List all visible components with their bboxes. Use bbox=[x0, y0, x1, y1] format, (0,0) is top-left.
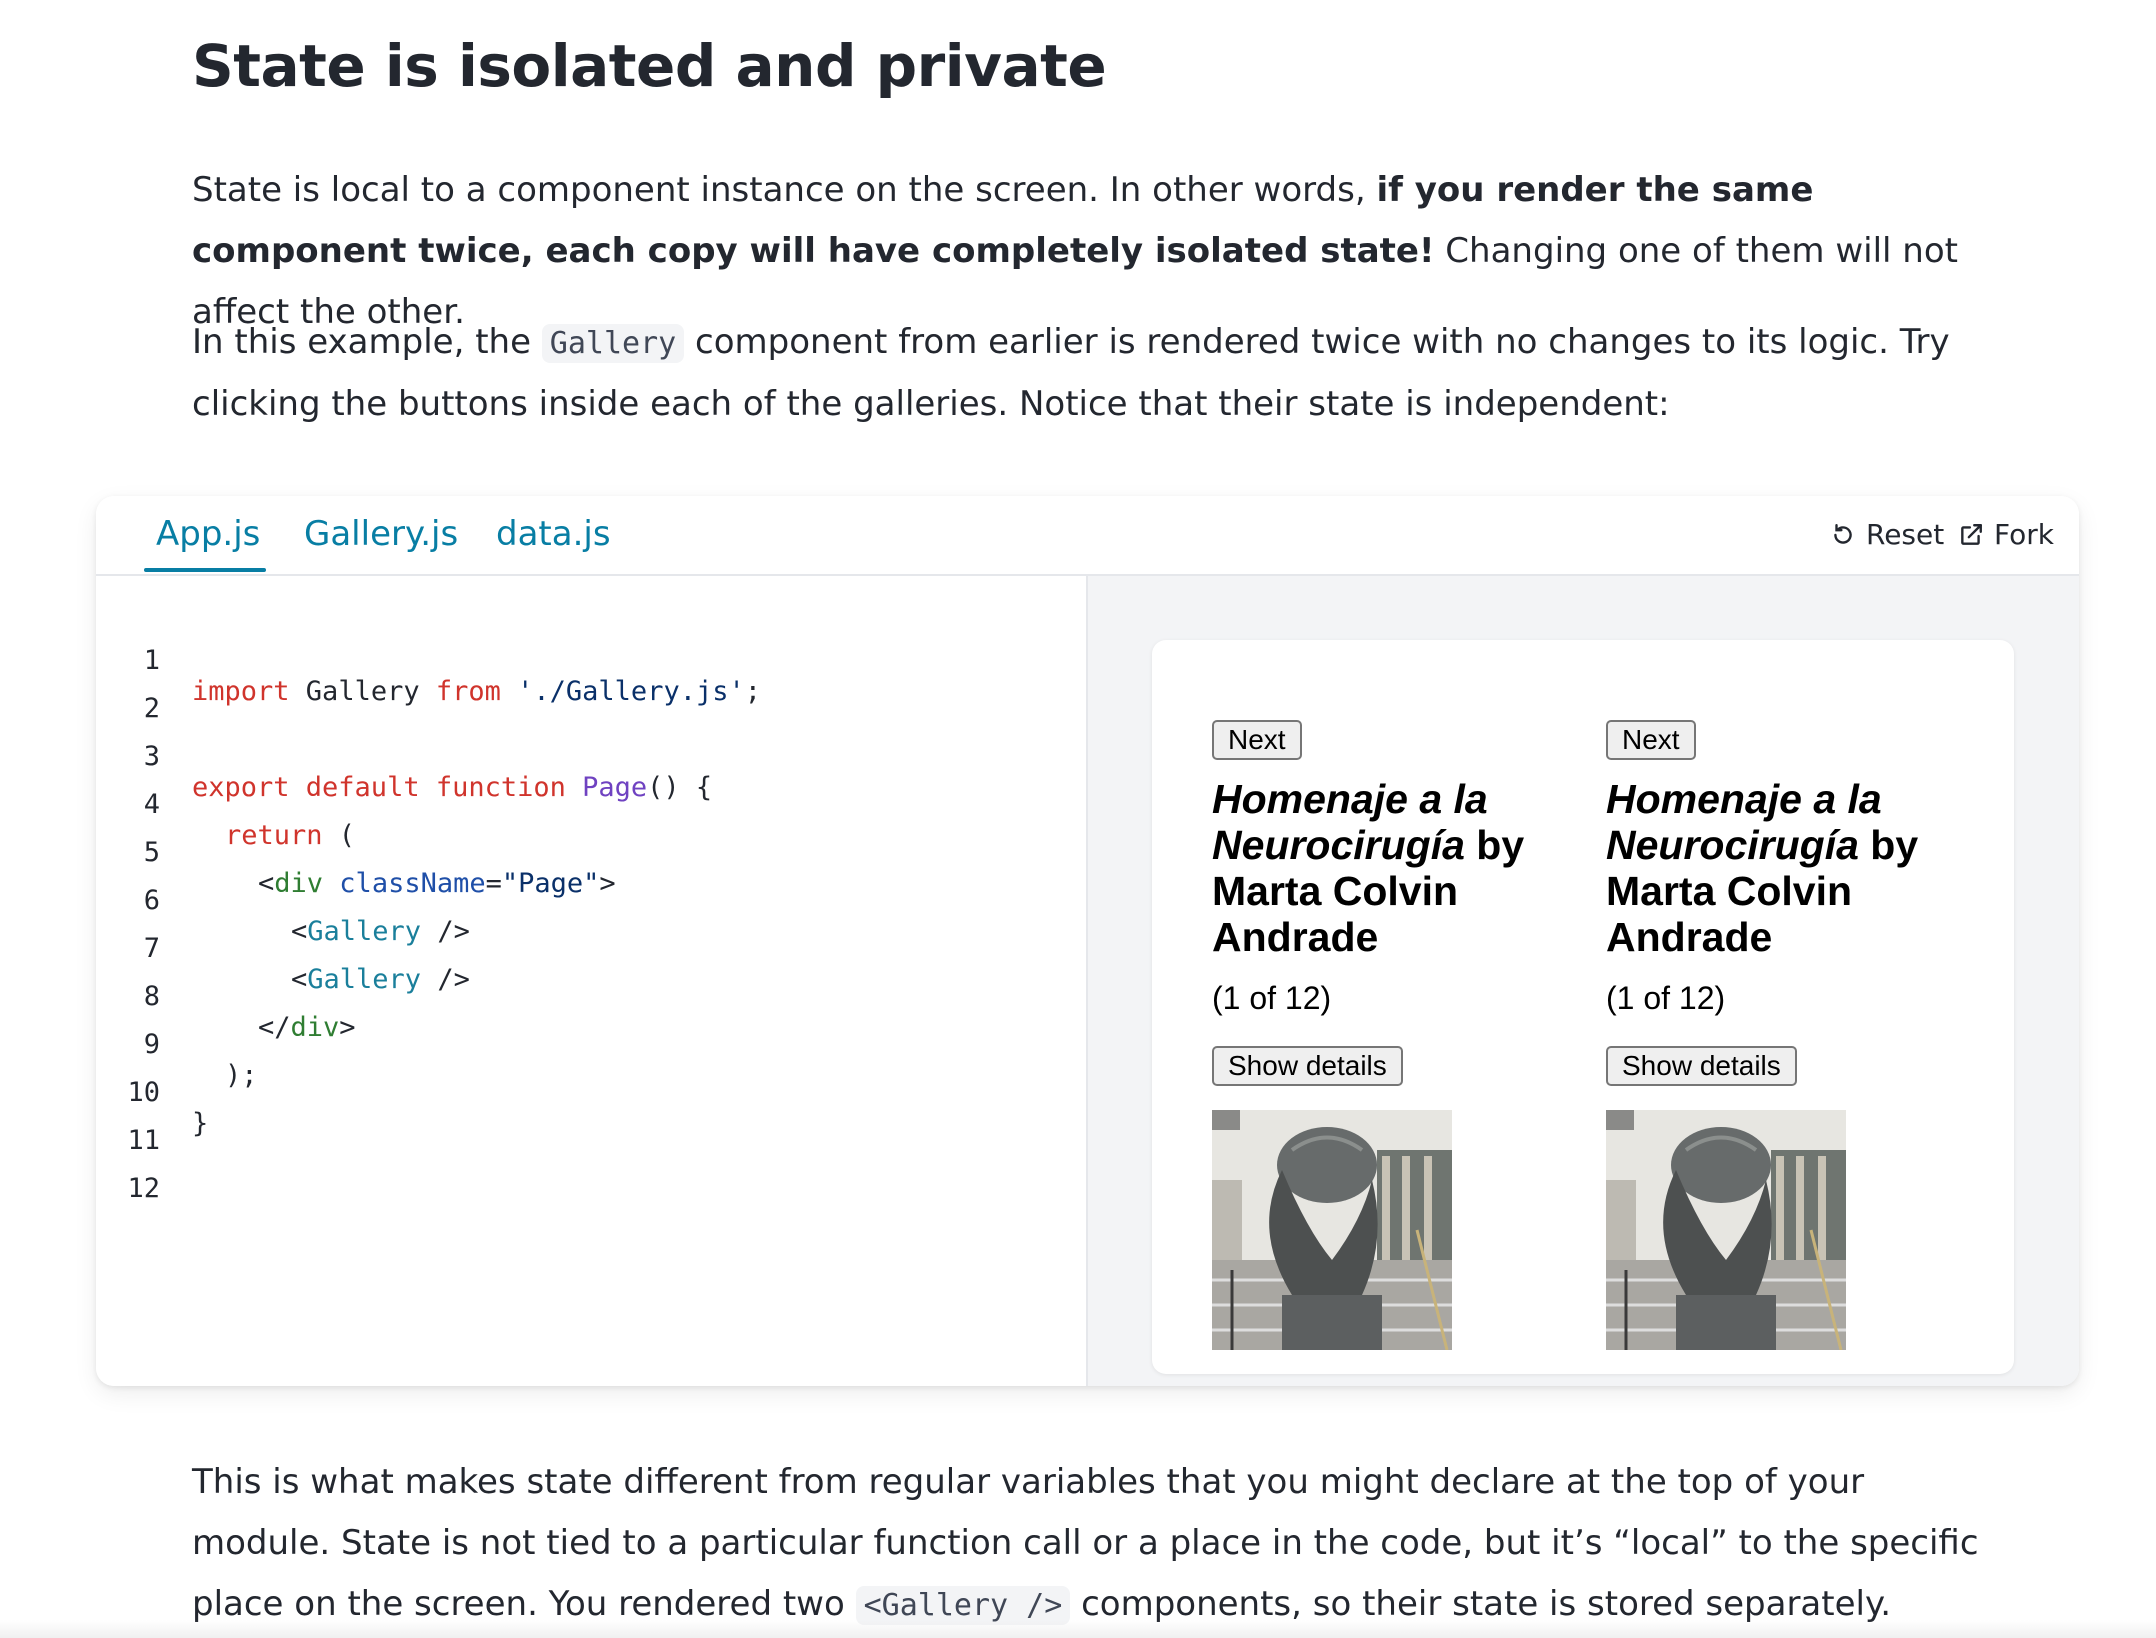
reset-label: Reset bbox=[1866, 518, 1945, 551]
explanation-text-2: components, so their state is stored sep… bbox=[1070, 1584, 1892, 1624]
code-line: 8 </div> bbox=[96, 950, 356, 1043]
code-line: 4 return ( bbox=[96, 758, 355, 851]
code-line: 3 export default function Page() { bbox=[96, 710, 712, 803]
code-line: 6 <Gallery /> bbox=[96, 854, 470, 947]
sculpture-counter: (1 of 12) bbox=[1212, 980, 1332, 1016]
show-details-button[interactable]: Show details bbox=[1606, 1046, 1797, 1086]
example-text-1: In this example, the bbox=[192, 322, 542, 362]
code-sandbox: App.js Gallery.js data.js Reset Fork 1 i… bbox=[96, 496, 2079, 1386]
fork-button[interactable]: Fork bbox=[1958, 518, 2054, 551]
preview-pane: Next Homenaje a la Neurocirugía by Marta C… bbox=[1088, 576, 2079, 1386]
reset-button[interactable]: Reset bbox=[1830, 518, 1944, 551]
code-editor[interactable]: 1 import Gallery from './Gallery.js'; 2 … bbox=[96, 576, 1088, 1386]
sculpture-image bbox=[1212, 1110, 1452, 1350]
reset-icon bbox=[1834, 523, 1852, 544]
sculpture-image bbox=[1606, 1110, 1846, 1350]
sandbox-tab-bar: App.js Gallery.js data.js Reset Fork bbox=[96, 496, 2079, 576]
line-number: 12 bbox=[127, 1173, 160, 1204]
fork-label: Fork bbox=[1994, 518, 2054, 551]
explanation-paragraph: This is what makes state different from … bbox=[192, 1452, 2012, 1636]
external-link-icon bbox=[1961, 523, 1982, 545]
sculpture-title: Homenaje a la Neurocirugía by Marta Colvin… bbox=[1606, 776, 1919, 960]
tab-data-js[interactable]: data.js bbox=[496, 514, 611, 554]
section-heading: State is isolated and private bbox=[192, 32, 1107, 100]
code-line: 5 <div className="Page"> bbox=[96, 806, 616, 899]
next-button[interactable]: Next bbox=[1606, 720, 1696, 760]
code-line: 7 <Gallery /> bbox=[96, 902, 470, 995]
code-line: 9 ); bbox=[96, 998, 258, 1091]
inline-code-gallery: Gallery bbox=[541, 324, 685, 363]
next-button[interactable]: Next bbox=[1212, 720, 1302, 760]
show-details-button[interactable]: Show details bbox=[1212, 1046, 1403, 1086]
bottom-fade bbox=[0, 1620, 2156, 1638]
code-line: 11 bbox=[96, 1094, 194, 1156]
tab-gallery-js[interactable]: Gallery.js bbox=[304, 514, 458, 554]
active-tab-indicator bbox=[144, 568, 266, 572]
sculpture-counter: (1 of 12) bbox=[1606, 980, 1726, 1016]
preview-frame: Next Homenaje a la Neurocirugía by Marta C… bbox=[1152, 640, 2014, 1374]
sculpture-title: Homenaje a la Neurocirugía by Marta Colvin… bbox=[1212, 776, 1525, 960]
code-line: 12 bbox=[96, 1142, 194, 1204]
code-line: 1 import Gallery from './Gallery.js'; bbox=[96, 614, 761, 707]
example-paragraph: In this example, the Gallery component f… bbox=[192, 312, 2012, 435]
intro-text-1: State is local to a component instance o… bbox=[192, 170, 1377, 210]
code-line: 10 } bbox=[96, 1046, 208, 1139]
tab-app-js[interactable]: App.js bbox=[156, 514, 260, 554]
code-line: 2 bbox=[96, 662, 194, 724]
